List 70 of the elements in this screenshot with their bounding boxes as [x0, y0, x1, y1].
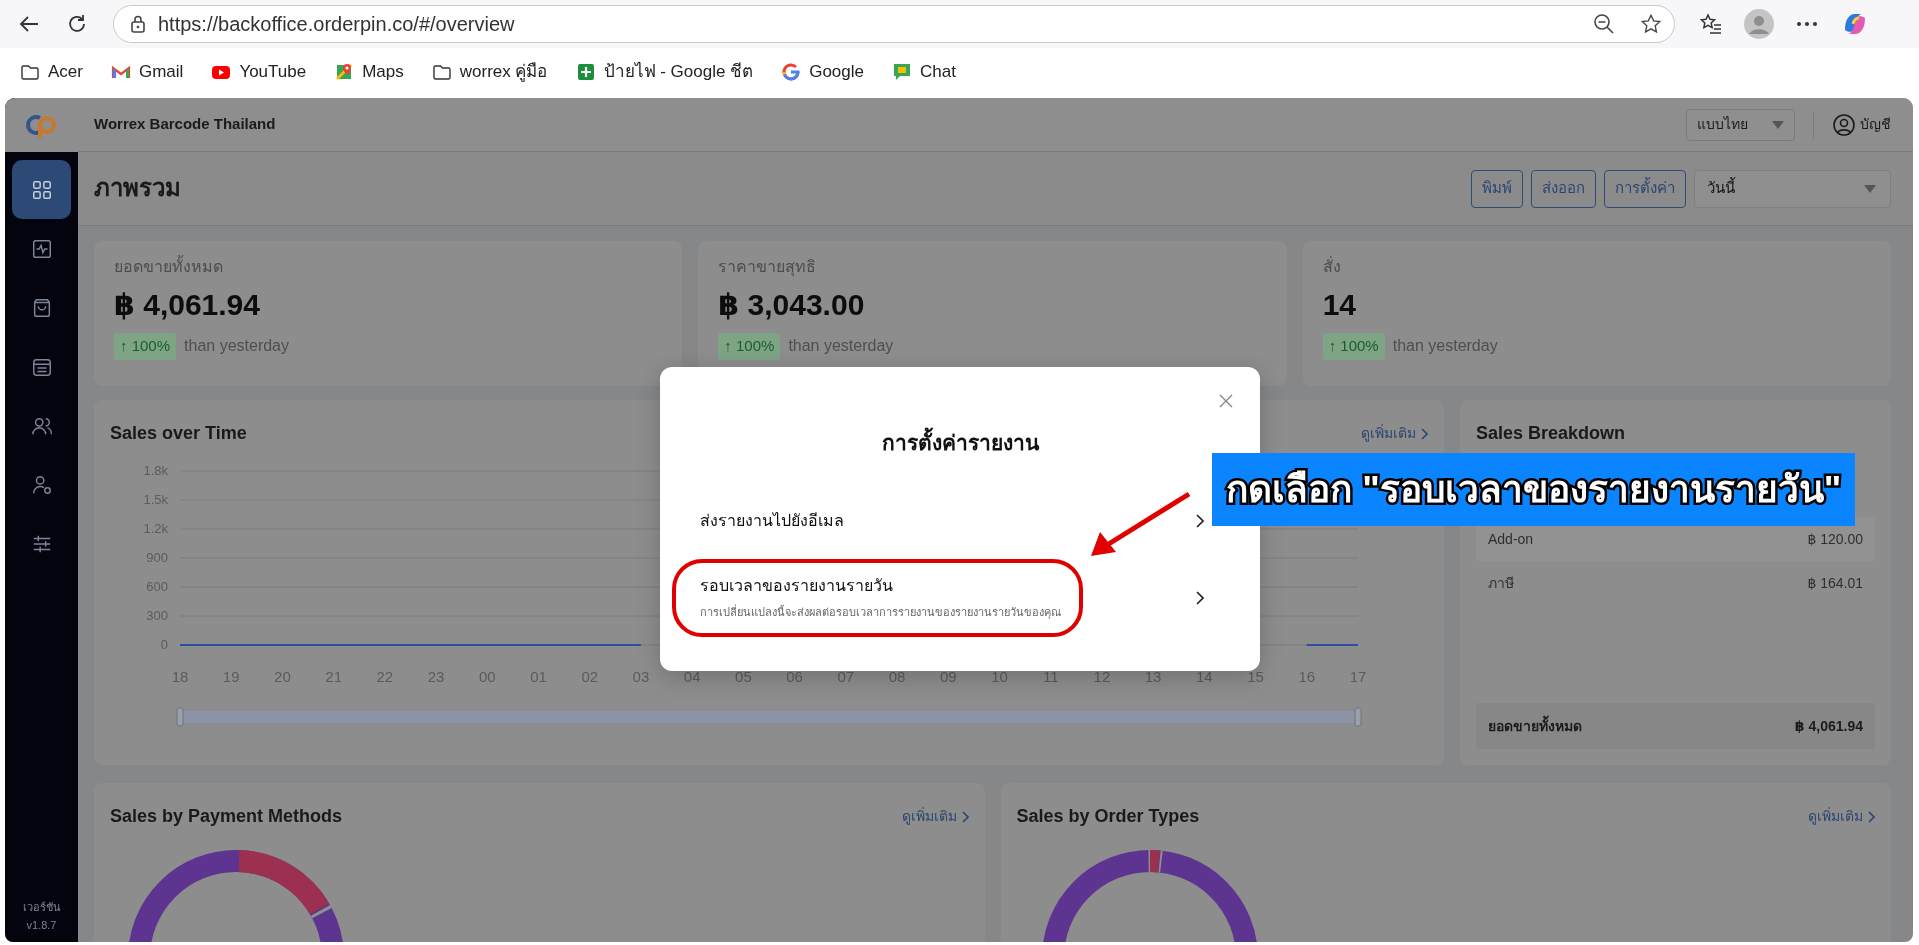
range-handle[interactable]: [176, 707, 184, 727]
bookmark-link[interactable]: Acer: [12, 55, 91, 89]
chevron-icon: [960, 810, 969, 823]
map-pin-icon: [334, 62, 355, 82]
stat-value: 14: [1322, 287, 1358, 323]
g-logo-icon: [781, 62, 802, 82]
chevron-icon: [1195, 513, 1204, 528]
folder-icon: [20, 62, 40, 82]
period-select[interactable]: วันนี้: [1694, 169, 1891, 208]
company-name: Worrex Barcode Thailand: [94, 114, 276, 135]
spreadsheet-icon: [575, 62, 596, 82]
bookmark-link[interactable]: Gmail: [102, 55, 192, 89]
address-bar[interactable]: https://backoffice.orderpin.co/#/overview: [113, 5, 1675, 43]
chevron-icon: [1195, 590, 1204, 605]
breakdown-amount: ฿ 164.01: [1807, 573, 1863, 593]
bookmark-link[interactable]: Chat: [884, 55, 964, 89]
version-label: เวอร์ชัน: [22, 900, 61, 915]
star-list-icon: [1699, 12, 1723, 36]
language-select[interactable]: แบบไทย: [1686, 108, 1795, 141]
close-icon: [1219, 394, 1233, 408]
user-icon: [30, 473, 53, 496]
avatar-icon: [1744, 9, 1774, 39]
card-title: Sales by Order Types: [1016, 805, 1200, 828]
stat-value: ฿ 3,043.00: [718, 287, 866, 323]
folder-icon: [431, 62, 452, 82]
user-circle-icon: [1832, 112, 1856, 137]
breakdown-amount: ฿ 120.00: [1807, 529, 1863, 549]
bookmark-link[interactable]: Google: [773, 55, 872, 89]
stat-label: สั่ง: [1322, 255, 1342, 277]
star-icon[interactable]: [1640, 13, 1662, 35]
change-badge: ↑ 100%: [718, 333, 781, 360]
total-amount: ฿ 4,061.94: [1794, 716, 1863, 736]
comparison-text: than yesterday: [184, 336, 289, 357]
grid-icon: [30, 178, 53, 201]
url-text: https://backoffice.orderpin.co/#/overview: [158, 12, 515, 37]
nav-item[interactable]: [12, 160, 71, 219]
caret-icon: [1864, 184, 1876, 193]
bookmark-link[interactable]: Maps: [326, 55, 412, 89]
lock-icon: [128, 14, 148, 34]
chevron-icon: [1420, 427, 1428, 440]
breakdown-label: Add-on: [1488, 529, 1534, 549]
chat-bubble-icon: [892, 62, 912, 82]
card-title: Sales by Payment Methods: [110, 805, 343, 828]
bookmark-link[interactable]: worrex คู่มือ: [423, 55, 556, 89]
zoom-out-icon[interactable]: [1593, 13, 1615, 35]
callout-label: กดเลือก "รอบเวลาของรายงานรายวัน": [1212, 453, 1856, 526]
chevron-icon: [1867, 810, 1875, 823]
stat-value: ฿ 4,061.94: [114, 287, 261, 323]
range-handle[interactable]: [1354, 707, 1362, 727]
change-badge: ↑ 100%: [1322, 333, 1385, 360]
settings-item[interactable]: รอบเวลาของรายงานรายวัน การเปลี่ยนแปลงนี้จะส่งผลต่อรอบเวลาการรายงานของรายงานรายวันของคุณ: [660, 566, 1208, 629]
bookmark-link[interactable]: ป้ายไฟ - Google ชีต: [567, 55, 762, 89]
account-link[interactable]: บัญชี: [1832, 112, 1891, 137]
activity-icon: [30, 237, 53, 260]
bookmark-link[interactable]: YouTube: [203, 55, 315, 89]
version-number: v1.8.7: [26, 918, 57, 933]
settings-item[interactable]: ส่งรายงานไปยังอีเมล: [660, 498, 1208, 543]
card-title: Sales over Time: [110, 422, 247, 445]
caret-icon: [1772, 120, 1784, 129]
comparison-text: than yesterday: [788, 336, 894, 357]
comparison-text: than yesterday: [1392, 336, 1498, 357]
dots-icon: [1796, 21, 1818, 27]
total-label: ยอดขายทั้งหมด: [1488, 715, 1582, 736]
card-title: Sales Breakdown: [1476, 422, 1627, 445]
breakdown-label: ภาษี: [1488, 573, 1514, 593]
change-badge: ↑ 100%: [114, 333, 177, 360]
stat-label: ยอดขายทั้งหมด: [114, 255, 663, 279]
item-description: การเปลี่ยนแปลงนี้จะส่งผลต่อรอบเวลาการรายงานของรายงานรายวันของคุณ: [700, 604, 1061, 621]
stat-label: ราคาขายสุทธิ: [718, 257, 818, 279]
page-title: ภาพรวม: [94, 174, 181, 203]
